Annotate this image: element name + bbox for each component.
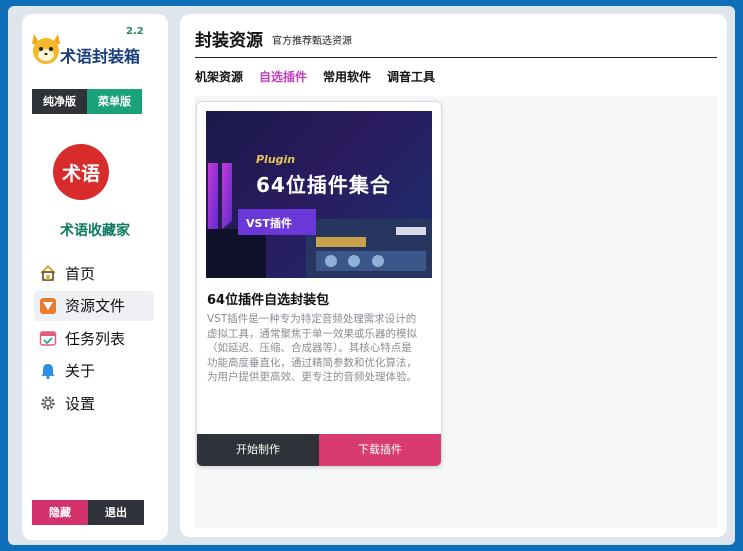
- sidebar-item-tasks[interactable]: 任务列表: [34, 323, 154, 353]
- tab-rack-resources[interactable]: 机架资源: [195, 68, 243, 85]
- sidebar-item-label: 资源文件: [65, 297, 126, 315]
- tab-common-software[interactable]: 常用软件: [323, 68, 371, 85]
- bell-icon: [38, 361, 58, 381]
- banner-badge: VST插件: [246, 217, 292, 230]
- exit-button[interactable]: 退出: [88, 500, 144, 525]
- sidebar-item-home[interactable]: 首页: [34, 258, 154, 288]
- resource-icon: [38, 296, 58, 316]
- sidebar-item-resources[interactable]: 资源文件: [34, 290, 154, 321]
- sidebar-bottom-actions: 隐藏 退出: [32, 500, 144, 525]
- banner-heading: 64位插件集合: [256, 173, 391, 197]
- home-icon: [38, 263, 58, 283]
- sidebar-item-label: 关于: [65, 362, 96, 380]
- sidebar-item-about[interactable]: 关于: [34, 356, 154, 386]
- start-button[interactable]: 开始制作: [197, 434, 319, 466]
- category-tabs: 机架资源 自选插件 常用软件 调音工具: [195, 68, 435, 85]
- tab-custom-plugins[interactable]: 自选插件: [259, 68, 307, 85]
- calendar-check-icon: [38, 328, 58, 348]
- sidebar-nav: 首页 资源文件 任务列表 关于 设置: [34, 258, 154, 421]
- app-name: 术语封装箱: [60, 47, 141, 66]
- card-description: VST插件是一种专为特定音频处理需求设计的虚拟工具，通常聚焦于单一效果或乐器的模…: [207, 313, 417, 384]
- sidebar: 2.2 术语封装箱 纯净版 菜单版 术语 术语收藏家 首页 资源文件 任务列表: [22, 14, 168, 540]
- brand-logo: 术语: [53, 144, 109, 200]
- hide-button[interactable]: 隐藏: [32, 500, 88, 525]
- version-label: 2.2: [126, 26, 144, 37]
- edition-menu-button[interactable]: 菜单版: [87, 89, 142, 114]
- brand-name: 术语收藏家: [60, 223, 130, 239]
- banner-tag: Plugin: [256, 153, 296, 166]
- edition-switch: 纯净版 菜单版: [32, 89, 142, 114]
- sidebar-item-label: 首页: [65, 264, 96, 283]
- edition-pure-button[interactable]: 纯净版: [32, 89, 87, 114]
- card-banner-image: Plugin 64位插件集合 VST插件: [206, 111, 432, 278]
- download-plugin-button[interactable]: 下载插件: [319, 434, 441, 466]
- gear-icon: [38, 393, 58, 413]
- card-actions: 开始制作 下载插件: [197, 434, 441, 466]
- tab-tuning-tools[interactable]: 调音工具: [387, 68, 435, 85]
- resource-card: Plugin 64位插件集合 VST插件 64位插件自选封装包 VST插件是一种…: [196, 101, 442, 467]
- main-panel: 封装资源 官方推荐甄选资源 机架资源 自选插件 常用软件 调音工具 Plugin…: [180, 14, 727, 537]
- sidebar-item-label: 任务列表: [65, 329, 126, 348]
- title-divider: [195, 57, 717, 58]
- page-title: 封装资源: [195, 31, 263, 51]
- sidebar-item-label: 设置: [65, 394, 96, 413]
- brand-logo-text: 术语: [61, 162, 100, 185]
- page-subtitle: 官方推荐甄选资源: [272, 36, 352, 47]
- sidebar-item-settings[interactable]: 设置: [34, 388, 154, 418]
- card-title: 64位插件自选封装包: [207, 293, 330, 308]
